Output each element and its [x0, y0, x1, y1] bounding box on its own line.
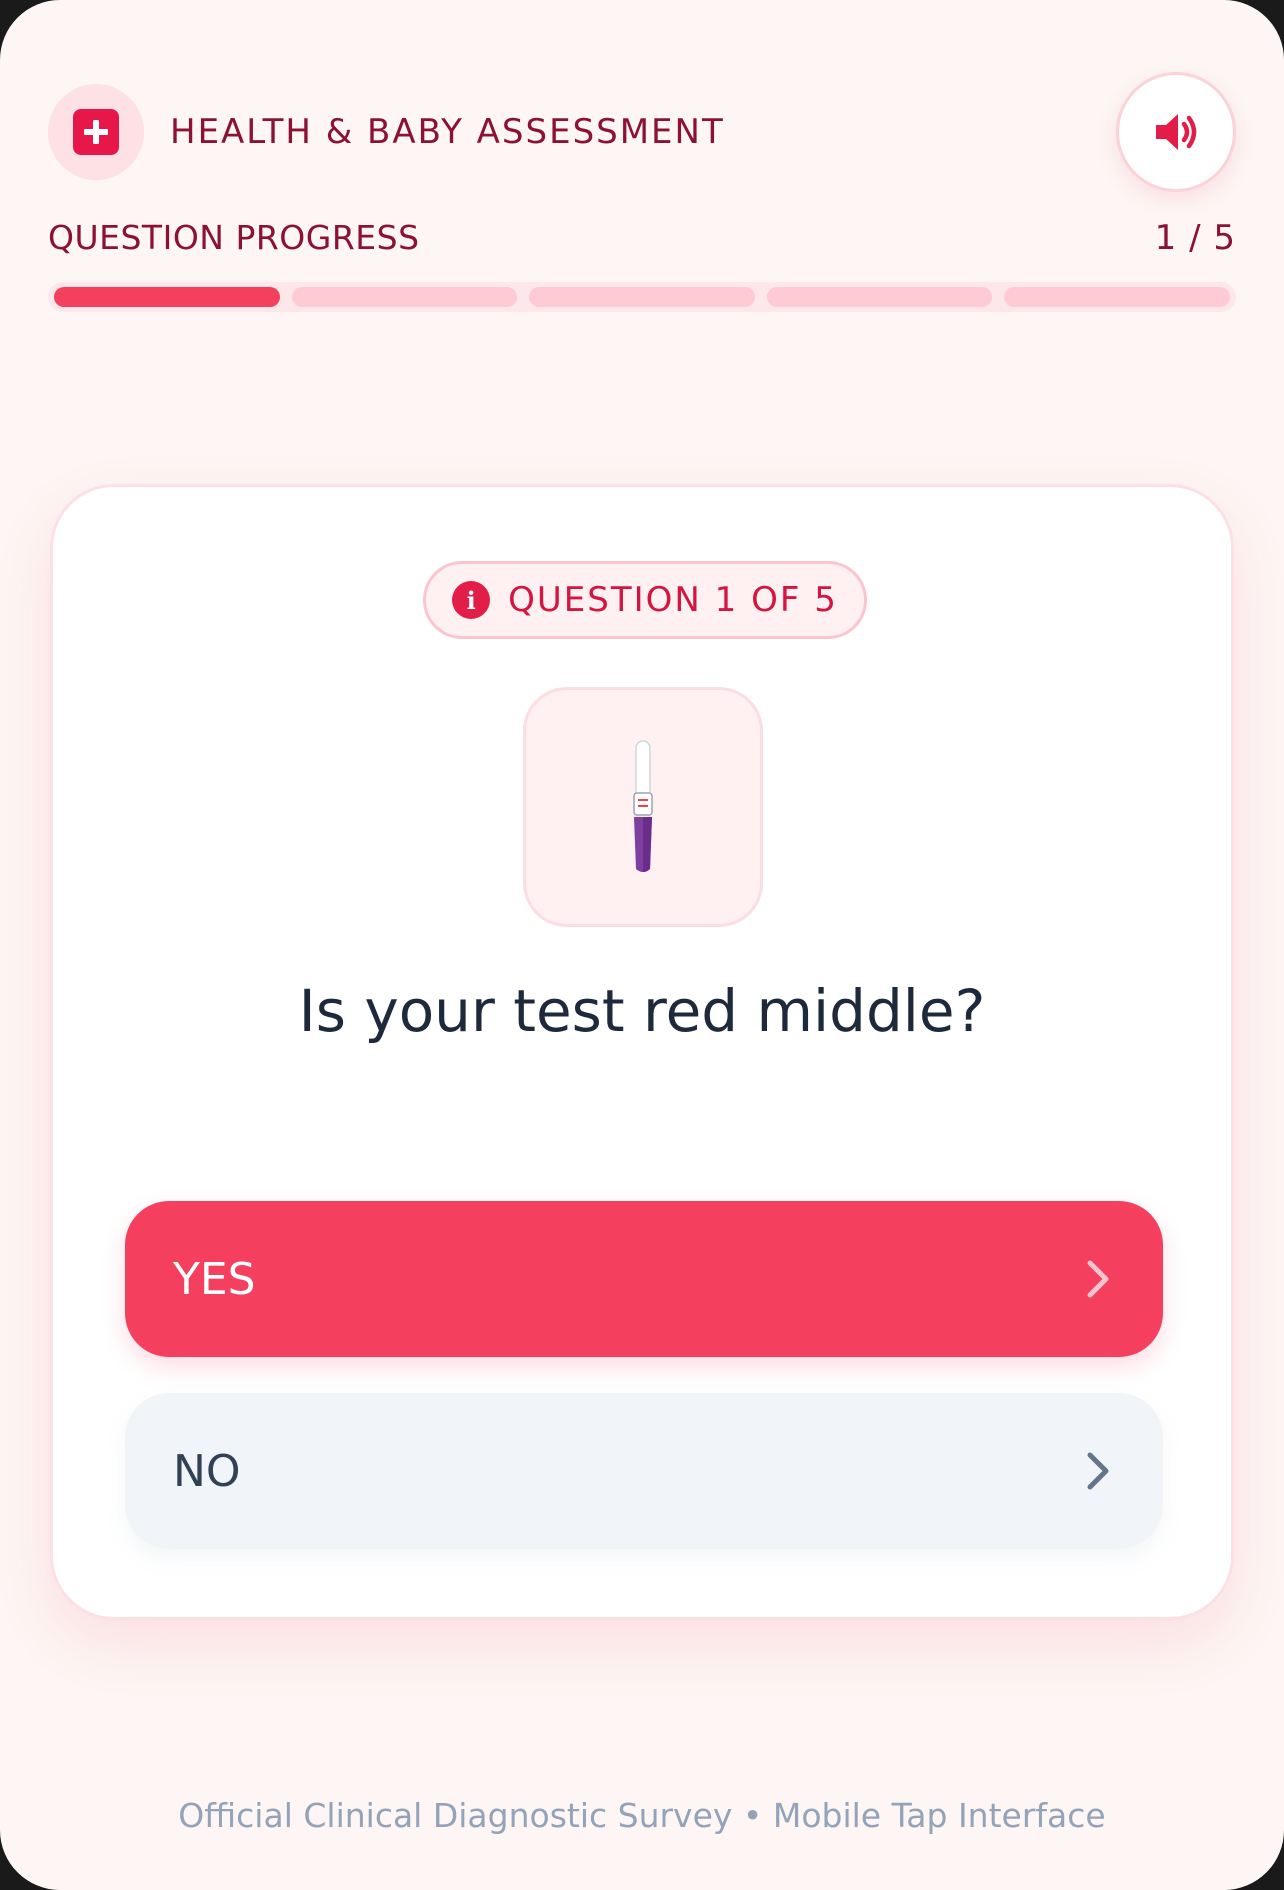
answer-no-button[interactable]: NO	[125, 1393, 1163, 1549]
app-header: HEALTH & BABY ASSESSMENT	[48, 84, 725, 180]
question-badge-text: QUESTION 1 OF 5	[508, 580, 838, 620]
sound-button[interactable]	[1116, 72, 1236, 192]
question-card: i QUESTION 1 OF 5 Is your test red middl…	[50, 484, 1234, 1620]
progress-label: QUESTION PROGRESS	[48, 218, 420, 257]
answer-label: NO	[173, 1445, 241, 1497]
progress-bar	[48, 282, 1236, 312]
pregnancy-test-icon	[633, 740, 653, 872]
progress-count: 1 / 5	[1154, 218, 1236, 258]
medical-cross-icon	[73, 109, 119, 155]
speaker-icon	[1156, 114, 1197, 150]
app-title: HEALTH & BABY ASSESSMENT	[170, 112, 725, 152]
progress-segment	[529, 287, 755, 307]
question-text: Is your test red middle?	[298, 977, 986, 1045]
chevron-right-icon	[1087, 1260, 1109, 1298]
answer-yes-button[interactable]: YES	[125, 1201, 1163, 1357]
progress-segment	[291, 287, 518, 307]
app-logo	[48, 84, 144, 180]
progress-segment	[54, 287, 280, 307]
info-icon: i	[452, 581, 491, 619]
progress-segment	[766, 287, 993, 307]
chevron-right-icon	[1087, 1452, 1109, 1490]
answer-label: YES	[173, 1253, 256, 1305]
question-badge: i QUESTION 1 OF 5	[423, 561, 867, 639]
app-screen: HEALTH & BABY ASSESSMENT QUESTION PROGRE…	[0, 0, 1284, 1890]
question-illustration	[523, 687, 763, 927]
footer-text: Official Clinical Diagnostic Survey • Mo…	[178, 1796, 1106, 1835]
progress-segment	[1004, 287, 1230, 307]
